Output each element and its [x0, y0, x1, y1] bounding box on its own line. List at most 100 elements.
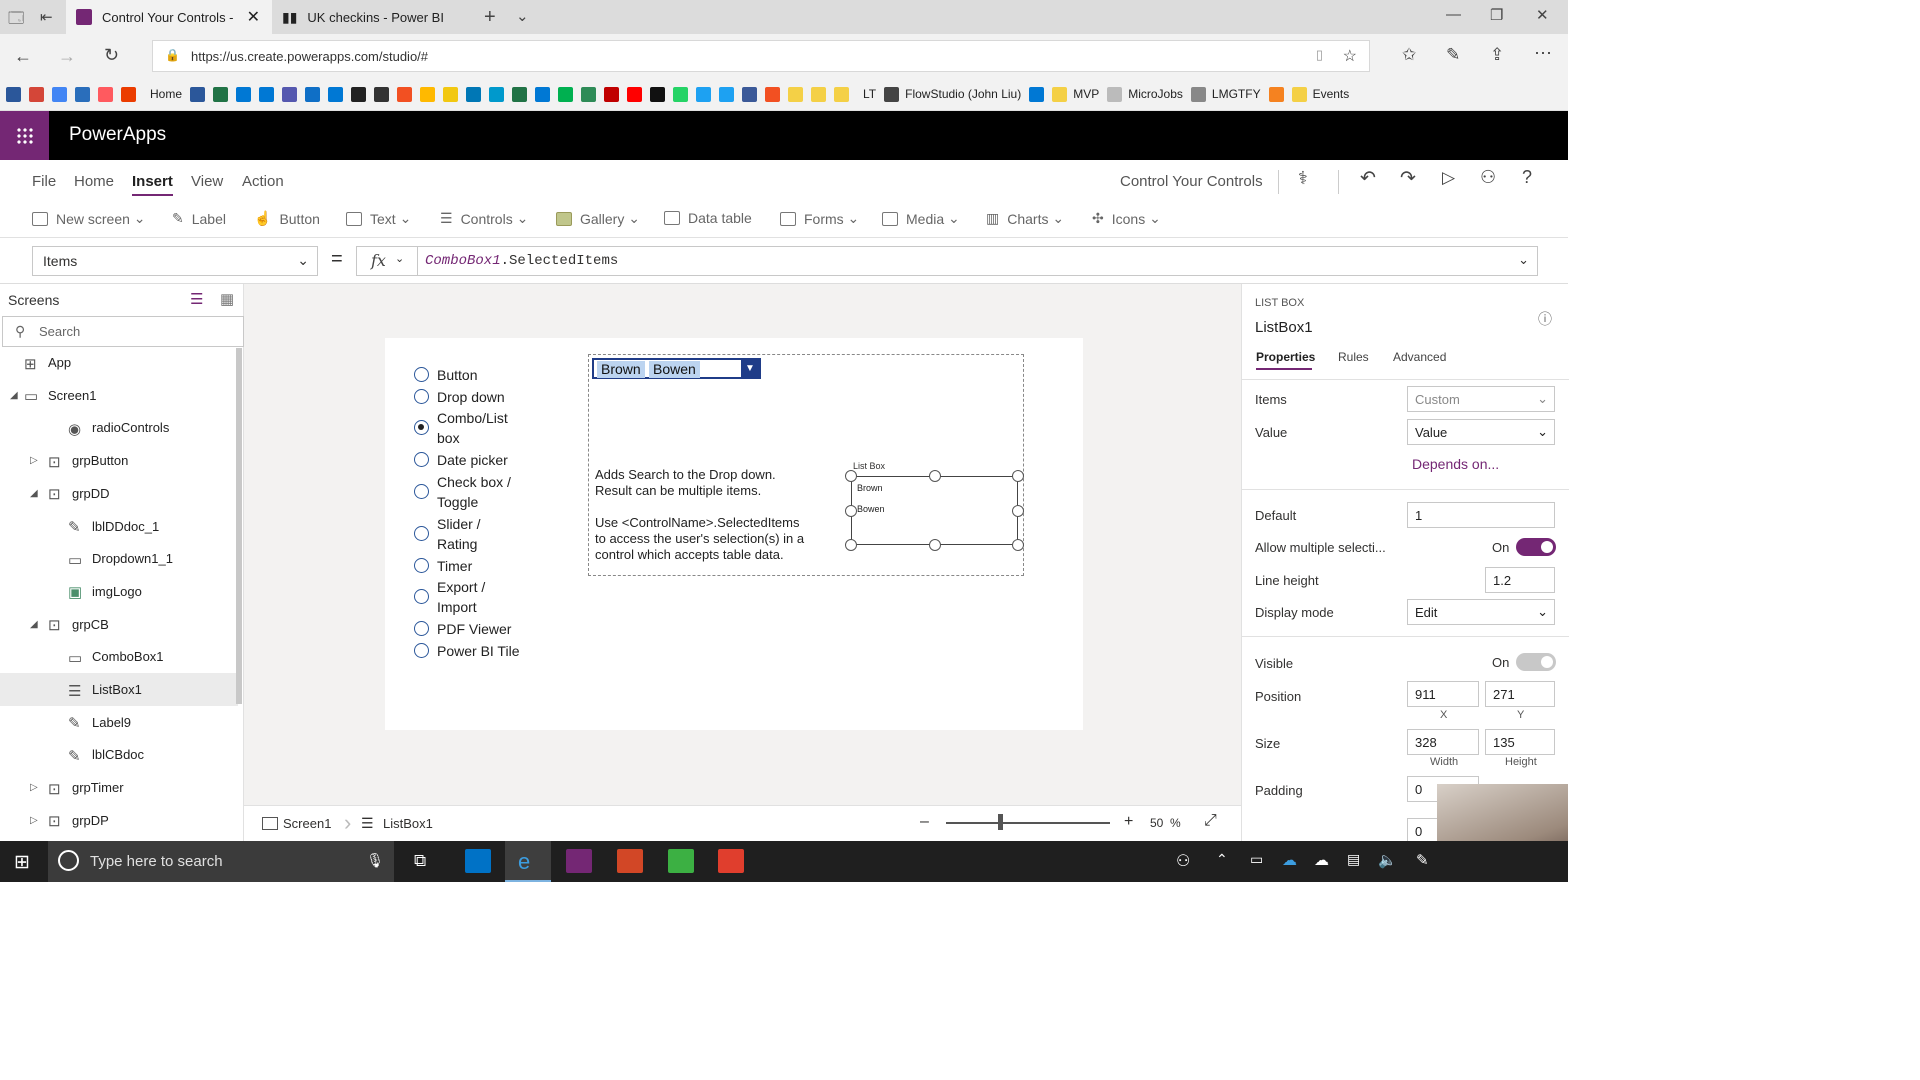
- tree-item[interactable]: ▭ Dropdown1_1: [0, 542, 238, 575]
- scrollbar[interactable]: [236, 348, 242, 704]
- pen-icon[interactable]: ✎: [1446, 45, 1460, 65]
- tab-properties[interactable]: Properties: [1256, 350, 1315, 364]
- tree-item[interactable]: ✎ lblDDdoc_1: [0, 510, 238, 543]
- favorite-flowstudio[interactable]: FlowStudio (John Liu): [884, 86, 1021, 102]
- tab-powerbi[interactable]: ▮▮ UK checkins - Power BI: [272, 0, 474, 34]
- radio-button[interactable]: [414, 420, 429, 435]
- property-dropdown[interactable]: Items ⌄: [32, 246, 318, 276]
- favorite-item[interactable]: [29, 86, 44, 102]
- description-label[interactable]: Adds Search to the Drop down. Result can …: [595, 467, 835, 563]
- resize-handle[interactable]: [845, 470, 857, 482]
- radio-option[interactable]: Power BI Tile: [414, 641, 519, 661]
- menu-file[interactable]: File: [32, 173, 56, 190]
- tree-item[interactable]: ▷ ⊡ grpButton: [0, 444, 238, 477]
- display-mode-dropdown[interactable]: Edit ⌄: [1407, 599, 1555, 625]
- visible-toggle[interactable]: [1516, 653, 1556, 671]
- favorite-lt[interactable]: LT: [857, 87, 876, 101]
- tree-item[interactable]: ☰ ListBox1: [0, 673, 238, 706]
- favorite-item[interactable]: [719, 86, 735, 102]
- multi-select-toggle[interactable]: [1516, 538, 1556, 556]
- network-icon[interactable]: ▤: [1347, 851, 1360, 868]
- radio-button[interactable]: [414, 388, 429, 404]
- button-button[interactable]: ☝ Button: [254, 210, 320, 227]
- favorite-item[interactable]: [52, 86, 67, 102]
- taskbar-search-input[interactable]: Type here to search 🎙: [48, 841, 394, 882]
- controls-button[interactable]: ☰ Controls ⌄: [440, 210, 528, 227]
- combo-chip[interactable]: Brown: [597, 361, 645, 378]
- app-name[interactable]: Control Your Controls: [1120, 173, 1263, 190]
- resize-handle[interactable]: [928, 539, 941, 551]
- favorite-item[interactable]: [374, 86, 390, 102]
- radio-option[interactable]: Slider / Rating: [414, 514, 481, 554]
- task-view-icon[interactable]: ⧉: [414, 851, 426, 871]
- favorite-item[interactable]: [650, 86, 666, 102]
- favorite-item[interactable]: [121, 86, 136, 102]
- breadcrumb-control[interactable]: ListBox1: [383, 816, 433, 831]
- default-input[interactable]: 1: [1407, 502, 1555, 528]
- formula-input[interactable]: fx ⌄ ComboBox1.SelectedItems ⌄: [356, 246, 1538, 276]
- people-icon[interactable]: ⚇: [1176, 851, 1190, 871]
- microphone-icon[interactable]: 🎙: [366, 852, 384, 869]
- gallery-button[interactable]: Gallery ⌄: [556, 210, 640, 227]
- tree-search-input[interactable]: ⚲ Search: [2, 316, 244, 347]
- favorite-item[interactable]: [512, 86, 528, 102]
- help-icon[interactable]: ?: [1522, 167, 1532, 188]
- favorite-item[interactable]: [627, 86, 643, 102]
- folder-icon[interactable]: [811, 86, 827, 102]
- expand-icon[interactable]: ▷: [30, 815, 38, 826]
- resize-handle[interactable]: [928, 470, 941, 482]
- favorite-item[interactable]: [443, 86, 459, 102]
- back-icon[interactable]: ←: [14, 46, 32, 67]
- media-button[interactable]: Media ⌄: [882, 210, 960, 227]
- favorite-item[interactable]: [397, 86, 413, 102]
- fit-to-window-icon[interactable]: ⤢: [1204, 812, 1217, 830]
- favorite-microjobs[interactable]: MicroJobs: [1107, 86, 1183, 102]
- favorite-item[interactable]: [351, 86, 367, 102]
- powerpoint-icon[interactable]: [617, 849, 643, 873]
- tree-item[interactable]: ▷ ⊡ grpTimer: [0, 771, 238, 804]
- chevron-down-icon[interactable]: ⌄: [395, 252, 404, 265]
- tree-item[interactable]: ✎ lblCBdoc: [0, 738, 238, 771]
- radio-option[interactable]: Combo/List box: [414, 408, 508, 448]
- items-dropdown[interactable]: Custom ⌄: [1407, 386, 1555, 412]
- close-tab-icon[interactable]: ✕: [247, 7, 260, 27]
- tab-actions-icon[interactable]: 🗔: [8, 8, 24, 33]
- close-window-icon[interactable]: ✕: [1536, 6, 1549, 24]
- new-tab-icon[interactable]: +: [484, 6, 496, 29]
- expand-icon[interactable]: ▷: [30, 782, 38, 793]
- resize-handle[interactable]: [845, 504, 857, 517]
- favorite-item[interactable]: [489, 86, 505, 102]
- battery-icon[interactable]: ▭: [1250, 851, 1263, 868]
- tree-item[interactable]: ◢ ▭ Screen1: [0, 379, 238, 412]
- tabs-aside-icon[interactable]: ⇤: [40, 8, 53, 26]
- radio-option[interactable]: Date picker: [414, 450, 508, 470]
- favorite-events[interactable]: Events: [1291, 86, 1349, 102]
- favorite-item[interactable]: [581, 86, 597, 102]
- recorder-icon[interactable]: [718, 849, 744, 873]
- favorite-lmgtfy[interactable]: LMGTFY: [1190, 86, 1261, 102]
- radio-option[interactable]: Check box / Toggle: [414, 472, 511, 512]
- radio-button[interactable]: [414, 483, 429, 499]
- list-item[interactable]: Brown: [857, 483, 883, 493]
- app-checker-icon[interactable]: ⚕: [1298, 168, 1308, 189]
- position-x-input[interactable]: 911: [1407, 681, 1479, 707]
- collapse-icon[interactable]: ◢: [30, 488, 38, 499]
- new-screen-button[interactable]: New screen ⌄: [32, 210, 146, 227]
- resize-handle[interactable]: [845, 539, 857, 551]
- list-item[interactable]: Bowen: [857, 504, 885, 514]
- play-icon[interactable]: ▷: [1442, 168, 1455, 188]
- user-icon[interactable]: ⚇: [1480, 167, 1496, 188]
- text-button[interactable]: Text ⌄: [346, 210, 411, 227]
- favorite-item[interactable]: [1029, 86, 1045, 102]
- radio-button[interactable]: [414, 557, 429, 573]
- favorite-item[interactable]: [558, 86, 574, 102]
- tab-advanced[interactable]: Advanced: [1393, 350, 1446, 364]
- zoom-slider[interactable]: [946, 822, 1110, 824]
- favorite-home[interactable]: Home: [144, 87, 182, 101]
- menu-action[interactable]: Action: [242, 173, 284, 190]
- label-button[interactable]: ✎ Label: [172, 210, 226, 227]
- radio-button[interactable]: [414, 642, 429, 658]
- minimize-icon[interactable]: —: [1446, 6, 1461, 23]
- favorite-item[interactable]: [236, 86, 252, 102]
- app-launcher-icon[interactable]: [0, 111, 49, 160]
